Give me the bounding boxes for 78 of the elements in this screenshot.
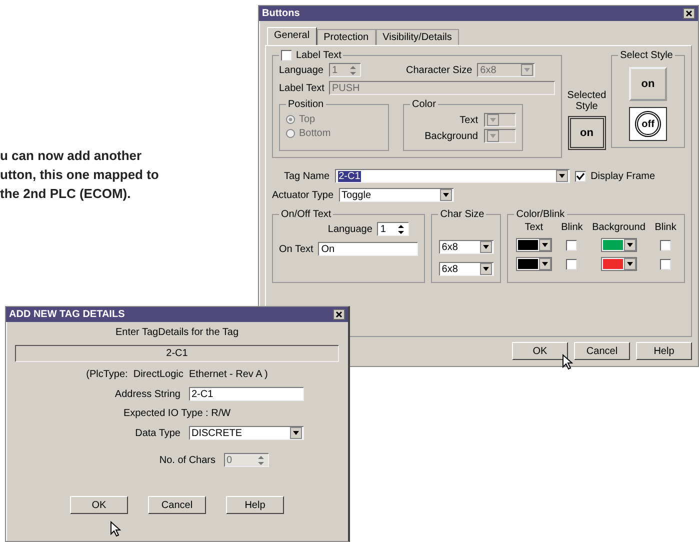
radio-button[interactable] (286, 128, 295, 138)
dialog-button[interactable]: OK (70, 496, 128, 514)
checkbox-label: Display Frame (590, 170, 656, 182)
dialog-button[interactable]: OK (512, 342, 568, 360)
column-header: Blink (654, 222, 676, 233)
dropdown[interactable]: 2-C1 (334, 169, 570, 183)
color-picker[interactable] (516, 257, 552, 271)
checkbox[interactable] (574, 170, 586, 182)
checkbox[interactable] (566, 258, 578, 270)
style-preview: on (568, 116, 606, 150)
prompt-text: Enter TagDetails for the Tag (115, 327, 239, 338)
dropdown[interactable]: 6x8 (438, 262, 494, 276)
color-picker[interactable] (516, 238, 552, 252)
dropdown[interactable]: DISCRETE (188, 426, 304, 440)
window-title: Buttons (262, 8, 300, 19)
radio-label: Top (299, 114, 316, 124)
field-label: Address String (114, 388, 180, 400)
caption-text: u can now add another (0, 147, 143, 165)
close-icon[interactable] (683, 8, 695, 19)
column-header: Text (524, 222, 544, 233)
dialog-button[interactable]: Cancel (148, 496, 206, 514)
text-field[interactable]: PUSH (329, 81, 556, 95)
close-icon[interactable] (333, 309, 345, 320)
style-option[interactable]: on (629, 67, 668, 101)
field-label: Language (279, 64, 324, 76)
field-label: No. of Chars (158, 454, 216, 466)
group-title: Color/Blink (515, 209, 566, 220)
dropdown[interactable]: 6x8 (438, 240, 494, 254)
window-title: ADD NEW TAG DETAILS (9, 309, 125, 320)
cursor-icon (110, 521, 121, 537)
tab[interactable]: Visibility/Details (376, 29, 459, 45)
text-field[interactable]: On (318, 242, 418, 256)
checkbox[interactable] (566, 240, 578, 250)
radio-label: Bottom (299, 128, 331, 138)
tab[interactable]: General (267, 27, 317, 45)
group-title: Position (287, 99, 325, 110)
checkbox[interactable] (281, 50, 292, 61)
group-title: Color (411, 99, 437, 110)
color-picker[interactable] (600, 257, 637, 271)
caption-text: the 2nd PLC (ECOM). (0, 185, 132, 203)
tab[interactable]: Protection (316, 29, 376, 45)
tag-display: 2-C1 (15, 345, 339, 362)
plc-type-text: (PlcType: DirectLogic Ethernet - Rev A ) (86, 369, 268, 380)
text-field[interactable]: 2-C1 (188, 387, 304, 401)
dropdown[interactable]: 6x8 (477, 63, 536, 77)
field-label: Label Text (279, 82, 324, 94)
cursor-icon (562, 354, 573, 370)
field-label: Background (424, 130, 478, 142)
column-header: Background (592, 222, 646, 233)
style-option[interactable]: off (629, 107, 668, 141)
field-label: On Text (279, 244, 314, 254)
check-icon (576, 172, 585, 180)
spin-box[interactable]: 1 (377, 222, 410, 236)
column-header: Blink (561, 222, 583, 233)
checkbox[interactable] (660, 258, 672, 270)
field-label: Actuator Type (272, 190, 334, 200)
field-label: Character Size (406, 64, 472, 76)
dropdown[interactable] (484, 129, 516, 143)
field-label: Data Type (134, 428, 180, 438)
field-label: Text (460, 114, 478, 126)
caption-text: utton, this one mapped to (0, 166, 159, 184)
color-picker[interactable] (600, 238, 637, 252)
group-title: Char Size (439, 209, 486, 220)
checkbox-label: Label Text (296, 50, 342, 61)
dialog-button[interactable]: Help (636, 342, 692, 360)
radio-button[interactable] (286, 114, 295, 124)
dropdown[interactable] (484, 113, 516, 127)
dialog-button[interactable]: Help (226, 496, 284, 514)
dropdown[interactable]: Toggle (338, 188, 454, 202)
field-label: Tag Name (284, 170, 330, 182)
group-title: Select Style (619, 50, 674, 61)
io-type-text: Expected IO Type : R/W (123, 408, 231, 419)
selected-style-label: Selected Style (566, 90, 608, 112)
dialog-button[interactable]: Cancel (574, 342, 630, 360)
spin-box[interactable]: 1 (329, 63, 361, 77)
group-title: On/Off Text (280, 209, 332, 220)
field-label: Language (328, 224, 372, 234)
checkbox[interactable] (660, 240, 672, 250)
